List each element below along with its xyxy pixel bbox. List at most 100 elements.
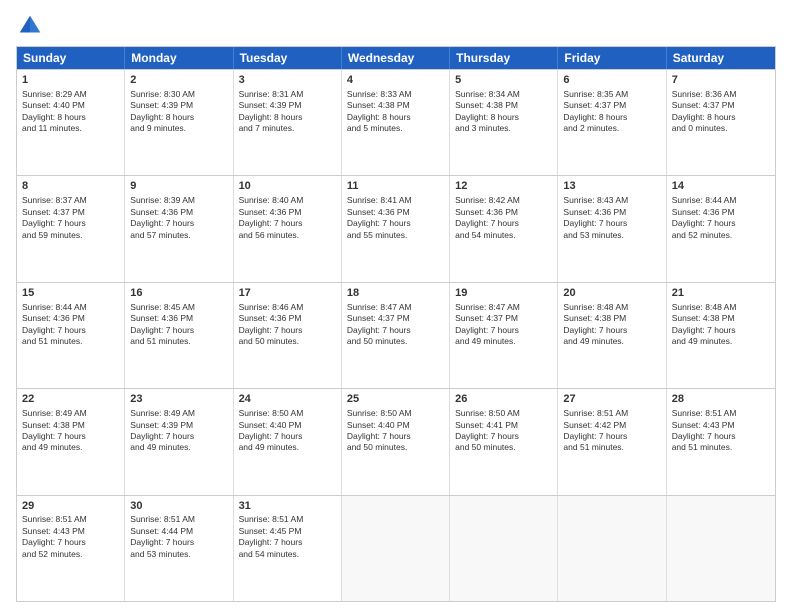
day-info-line: and 51 minutes. (130, 336, 227, 347)
day-info-line: and 52 minutes. (672, 230, 770, 241)
day-info-line: and 3 minutes. (455, 123, 552, 134)
day-number: 15 (22, 286, 119, 301)
day-info-line: and 2 minutes. (563, 123, 660, 134)
cal-cell-empty-5 (558, 496, 666, 601)
day-number: 30 (130, 499, 227, 514)
day-info-line: and 0 minutes. (672, 123, 770, 134)
day-info-line: Daylight: 7 hours (22, 537, 119, 548)
day-info-line: and 54 minutes. (239, 549, 336, 560)
day-info-line: Daylight: 7 hours (563, 325, 660, 336)
cal-cell-24: 24Sunrise: 8:50 AMSunset: 4:40 PMDayligh… (234, 389, 342, 494)
day-info-line: Sunrise: 8:33 AM (347, 89, 444, 100)
day-number: 2 (130, 73, 227, 88)
cal-cell-31: 31Sunrise: 8:51 AMSunset: 4:45 PMDayligh… (234, 496, 342, 601)
day-number: 12 (455, 179, 552, 194)
day-info-line: and 51 minutes. (22, 336, 119, 347)
day-info-line: Sunrise: 8:43 AM (563, 195, 660, 206)
day-number: 18 (347, 286, 444, 301)
day-info-line: and 53 minutes. (130, 549, 227, 560)
header-day-saturday: Saturday (667, 47, 775, 69)
day-number: 3 (239, 73, 336, 88)
day-info-line: Sunrise: 8:42 AM (455, 195, 552, 206)
day-info-line: Daylight: 7 hours (22, 431, 119, 442)
header-day-friday: Friday (558, 47, 666, 69)
day-info-line: Sunset: 4:38 PM (347, 100, 444, 111)
week-row-1: 1Sunrise: 8:29 AMSunset: 4:40 PMDaylight… (17, 69, 775, 175)
day-number: 29 (22, 499, 119, 514)
day-info-line: and 49 minutes. (672, 336, 770, 347)
day-info-line: Sunset: 4:36 PM (672, 207, 770, 218)
day-info-line: Sunrise: 8:44 AM (672, 195, 770, 206)
cal-cell-4: 4Sunrise: 8:33 AMSunset: 4:38 PMDaylight… (342, 70, 450, 175)
week-row-4: 22Sunrise: 8:49 AMSunset: 4:38 PMDayligh… (17, 388, 775, 494)
day-info-line: Sunset: 4:38 PM (672, 313, 770, 324)
day-info-line: Sunset: 4:41 PM (455, 420, 552, 431)
day-info-line: Daylight: 7 hours (130, 325, 227, 336)
header-day-wednesday: Wednesday (342, 47, 450, 69)
day-info-line: Sunset: 4:37 PM (22, 207, 119, 218)
day-number: 6 (563, 73, 660, 88)
week-row-5: 29Sunrise: 8:51 AMSunset: 4:43 PMDayligh… (17, 495, 775, 601)
cal-cell-empty-6 (667, 496, 775, 601)
day-info-line: Sunset: 4:45 PM (239, 526, 336, 537)
day-info-line: Sunrise: 8:49 AM (130, 408, 227, 419)
day-info-line: Sunrise: 8:39 AM (130, 195, 227, 206)
cal-cell-2: 2Sunrise: 8:30 AMSunset: 4:39 PMDaylight… (125, 70, 233, 175)
day-info-line: Daylight: 7 hours (130, 218, 227, 229)
day-info-line: and 52 minutes. (22, 549, 119, 560)
day-info-line: and 5 minutes. (347, 123, 444, 134)
day-info-line: Daylight: 7 hours (130, 431, 227, 442)
day-info-line: and 51 minutes. (672, 442, 770, 453)
cal-cell-empty-4 (450, 496, 558, 601)
day-info-line: Sunrise: 8:48 AM (672, 302, 770, 313)
day-info-line: Sunset: 4:43 PM (22, 526, 119, 537)
day-number: 24 (239, 392, 336, 407)
day-info-line: Sunrise: 8:50 AM (239, 408, 336, 419)
day-number: 28 (672, 392, 770, 407)
day-info-line: and 49 minutes. (130, 442, 227, 453)
day-info-line: Daylight: 7 hours (672, 325, 770, 336)
day-info-line: Sunrise: 8:30 AM (130, 89, 227, 100)
header-day-sunday: Sunday (17, 47, 125, 69)
day-info-line: Sunrise: 8:51 AM (22, 514, 119, 525)
cal-cell-22: 22Sunrise: 8:49 AMSunset: 4:38 PMDayligh… (17, 389, 125, 494)
day-number: 5 (455, 73, 552, 88)
day-info-line: Daylight: 7 hours (672, 431, 770, 442)
day-info-line: and 51 minutes. (563, 442, 660, 453)
week-row-2: 8Sunrise: 8:37 AMSunset: 4:37 PMDaylight… (17, 175, 775, 281)
week-row-3: 15Sunrise: 8:44 AMSunset: 4:36 PMDayligh… (17, 282, 775, 388)
cal-cell-25: 25Sunrise: 8:50 AMSunset: 4:40 PMDayligh… (342, 389, 450, 494)
day-info-line: and 11 minutes. (22, 123, 119, 134)
day-number: 4 (347, 73, 444, 88)
day-number: 16 (130, 286, 227, 301)
day-number: 25 (347, 392, 444, 407)
day-info-line: Sunrise: 8:34 AM (455, 89, 552, 100)
header (16, 12, 776, 40)
cal-cell-23: 23Sunrise: 8:49 AMSunset: 4:39 PMDayligh… (125, 389, 233, 494)
day-info-line: Daylight: 7 hours (22, 218, 119, 229)
day-info-line: Sunset: 4:39 PM (239, 100, 336, 111)
day-info-line: Sunset: 4:37 PM (455, 313, 552, 324)
day-info-line: Sunset: 4:43 PM (672, 420, 770, 431)
day-number: 19 (455, 286, 552, 301)
cal-cell-21: 21Sunrise: 8:48 AMSunset: 4:38 PMDayligh… (667, 283, 775, 388)
day-info-line: Daylight: 7 hours (347, 431, 444, 442)
day-info-line: Sunset: 4:44 PM (130, 526, 227, 537)
day-info-line: Sunrise: 8:47 AM (347, 302, 444, 313)
day-info-line: and 59 minutes. (22, 230, 119, 241)
day-info-line: and 7 minutes. (239, 123, 336, 134)
day-info-line: and 50 minutes. (347, 336, 444, 347)
cal-cell-29: 29Sunrise: 8:51 AMSunset: 4:43 PMDayligh… (17, 496, 125, 601)
day-info-line: Sunset: 4:36 PM (130, 207, 227, 218)
day-info-line: Daylight: 7 hours (239, 537, 336, 548)
day-number: 1 (22, 73, 119, 88)
day-info-line: Daylight: 8 hours (130, 112, 227, 123)
day-info-line: and 49 minutes. (455, 336, 552, 347)
cal-cell-7: 7Sunrise: 8:36 AMSunset: 4:37 PMDaylight… (667, 70, 775, 175)
cal-cell-20: 20Sunrise: 8:48 AMSunset: 4:38 PMDayligh… (558, 283, 666, 388)
day-info-line: Daylight: 8 hours (455, 112, 552, 123)
day-number: 7 (672, 73, 770, 88)
day-number: 21 (672, 286, 770, 301)
day-info-line: Daylight: 7 hours (347, 325, 444, 336)
day-info-line: Daylight: 8 hours (239, 112, 336, 123)
